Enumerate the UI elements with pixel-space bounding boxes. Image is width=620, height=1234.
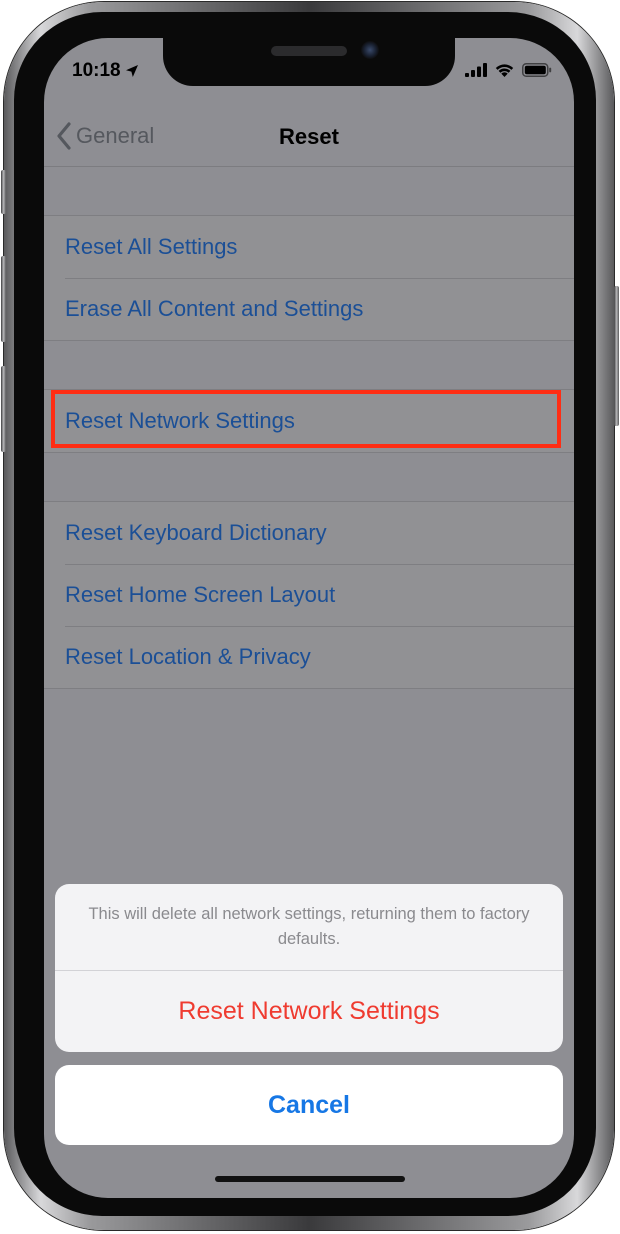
battery-icon — [522, 62, 552, 77]
mute-switch — [1, 170, 6, 214]
erase-all-content-row[interactable]: Erase All Content and Settings — [44, 278, 574, 340]
status-icons — [465, 62, 552, 77]
cellular-signal-icon — [465, 62, 487, 77]
speaker-grille — [271, 46, 347, 56]
wifi-icon — [495, 64, 514, 77]
action-sheet: This will delete all network settings, r… — [55, 884, 563, 1052]
status-time: 10:18 — [72, 60, 139, 82]
confirm-reset-network-button[interactable]: Reset Network Settings — [55, 971, 563, 1052]
front-camera — [361, 41, 379, 59]
screen: 10:18 General Reset Reset All Settings E… — [44, 38, 574, 1198]
status-time-text: 10:18 — [72, 60, 121, 81]
navigation-bar: General Reset — [44, 110, 574, 167]
reset-home-screen-layout-row[interactable]: Reset Home Screen Layout — [44, 564, 574, 626]
notch — [163, 38, 455, 86]
volume-up-button — [1, 256, 6, 342]
reset-group-1: Reset All Settings Erase All Content and… — [44, 215, 574, 341]
page-title: Reset — [279, 124, 339, 149]
highlight-annotation — [51, 390, 561, 448]
page: 10:18 General Reset Reset All Settings E… — [0, 0, 620, 1234]
reset-location-privacy-row[interactable]: Reset Location & Privacy — [44, 626, 574, 688]
volume-down-button — [1, 366, 6, 452]
reset-group-3: Reset Keyboard Dictionary Reset Home Scr… — [44, 501, 574, 689]
home-indicator[interactable] — [215, 1176, 405, 1182]
cancel-button[interactable]: Cancel — [55, 1065, 563, 1145]
action-sheet-message: This will delete all network settings, r… — [55, 884, 563, 971]
side-button — [614, 286, 619, 426]
reset-all-settings-row[interactable]: Reset All Settings — [44, 216, 574, 278]
location-arrow-icon — [125, 65, 138, 77]
reset-keyboard-dictionary-row[interactable]: Reset Keyboard Dictionary — [44, 502, 574, 564]
